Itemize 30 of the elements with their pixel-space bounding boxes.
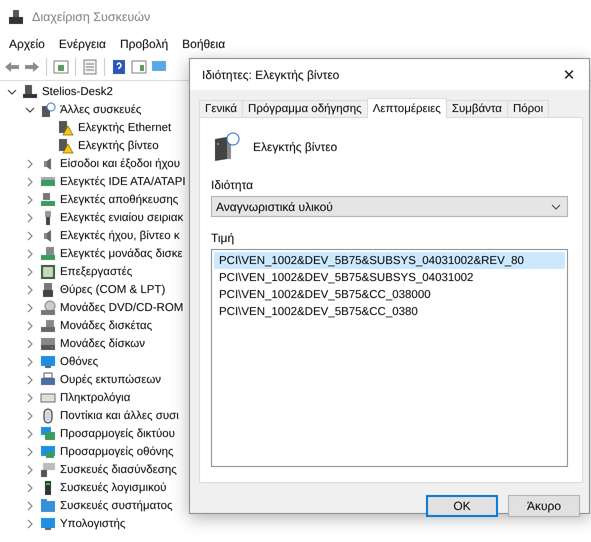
tree-label: Ποντίκια και άλλες συσι xyxy=(60,410,179,422)
tree-label: Συσκευές διασύνδεσης xyxy=(60,464,177,476)
tree-label: Οθόνες xyxy=(60,356,98,368)
tree-label: Προσαρμογείς δικτύου xyxy=(60,428,175,440)
tree-label: Ελεγκτές IDE ATA/ATAPI xyxy=(60,176,186,188)
tree-label: Πληκτρολόγια xyxy=(60,392,130,404)
tree-label: Συσκευές λογισμικού xyxy=(60,482,166,494)
property-label: Ιδιότητα xyxy=(211,178,254,192)
window-title: Διαχείριση Συσκευών xyxy=(32,10,150,24)
tree-label: Είσοδοι και έξοδοι ήχου xyxy=(60,158,180,170)
tree-label: Μονάδες δίσκων xyxy=(60,338,146,350)
tree-label: Επεξεργαστές xyxy=(60,266,132,278)
tree-label: Υπολογιστής xyxy=(60,518,126,530)
tree-label: Ελεγκτής Ethernet xyxy=(78,122,172,134)
tree-label: Συσκευές συστήματος xyxy=(60,500,173,512)
tree-label: Μονάδες DVD/CD-ROM xyxy=(60,302,184,314)
tree-label: Ελεγκτής βίντεο xyxy=(78,140,159,152)
tree-label: Ελεγκτές μονάδας δισκε xyxy=(60,248,183,260)
tree-label: Μονάδες δισκέτας xyxy=(60,320,152,332)
tree-label: Προσαρμογείς οθόνης xyxy=(60,446,174,458)
tree-label: Stelios-Desk2 xyxy=(42,86,113,98)
tree-label: Ελεγκτές ενιαίου σειριακ xyxy=(60,212,184,224)
value-label: Τιμή xyxy=(211,231,236,245)
tree-label: Ουρές εκτυπώσεων xyxy=(60,374,162,386)
tree-label: Ελεγκτές ήχου, βίντεο κ xyxy=(60,230,180,242)
device-name: Ελεγκτής βίντεο xyxy=(253,140,338,154)
tree-label: Ελεγκτές αποθήκευσης xyxy=(60,194,178,206)
tree-label: Θύρες (COM & LPT) xyxy=(60,284,166,296)
dialog-title: Ιδιότητες: Ελεγκτής βίντεο xyxy=(202,68,340,82)
tree-label: Άλλες συσκευές xyxy=(60,104,142,116)
